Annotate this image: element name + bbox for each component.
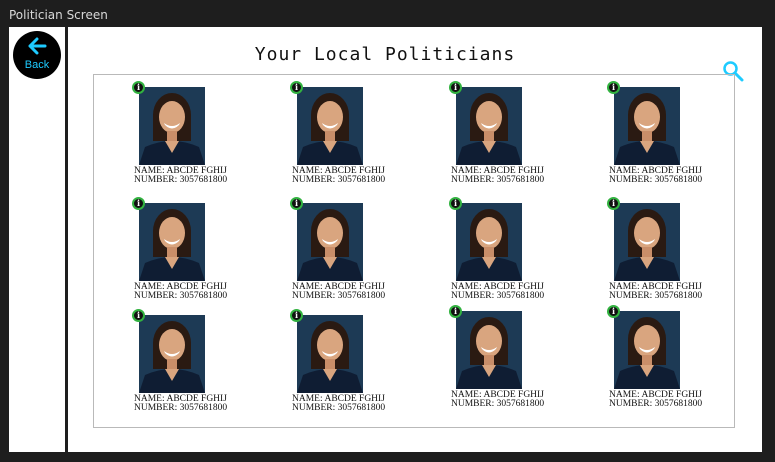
arrow-left-icon [28,37,47,55]
politician-number: NUMBER: 3057681800 [451,291,545,301]
politician-number: NUMBER: 3057681800 [292,403,386,413]
politician-info: NAME: ABCDE FGHIJ NUMBER: 3057681800 [451,390,545,409]
main-content: Your Local Politicians i NAME: ABCDE FGH… [68,27,762,452]
info-icon[interactable]: i [607,197,620,210]
politician-photo[interactable] [297,87,363,165]
politician-info: NAME: ABCDE FGHIJ NUMBER: 3057681800 [134,282,228,301]
politician-photo[interactable] [456,311,522,389]
politician-info: NAME: ABCDE FGHIJ NUMBER: 3057681800 [292,394,386,413]
politician-number: NUMBER: 3057681800 [134,403,228,413]
politician-info: NAME: ABCDE FGHIJ NUMBER: 3057681800 [609,166,703,185]
politician-info: NAME: ABCDE FGHIJ NUMBER: 3057681800 [134,394,228,413]
info-icon[interactable]: i [290,309,303,322]
politician-number: NUMBER: 3057681800 [451,399,545,409]
politician-info: NAME: ABCDE FGHIJ NUMBER: 3057681800 [609,282,703,301]
info-icon[interactable]: i [449,197,462,210]
politician-number: NUMBER: 3057681800 [451,175,545,185]
back-label: Back [24,59,50,71]
info-icon[interactable]: i [290,197,303,210]
info-icon[interactable]: i [132,197,145,210]
politician-number: NUMBER: 3057681800 [609,291,703,301]
sidebar: Back [9,27,65,452]
politician-photo[interactable] [139,203,205,281]
politician-info: NAME: ABCDE FGHIJ NUMBER: 3057681800 [292,282,386,301]
window-title: Politician Screen [9,8,108,22]
politician-photo[interactable] [456,203,522,281]
politician-photo[interactable] [614,87,680,165]
page-title: Your Local Politicians [254,44,516,65]
politician-number: NUMBER: 3057681800 [134,175,228,185]
politician-info: NAME: ABCDE FGHIJ NUMBER: 3057681800 [451,282,545,301]
politician-photo[interactable] [297,203,363,281]
politician-number: NUMBER: 3057681800 [609,399,703,409]
info-icon[interactable]: i [449,305,462,318]
politician-photo[interactable] [139,87,205,165]
politician-info: NAME: ABCDE FGHIJ NUMBER: 3057681800 [451,166,545,185]
info-icon[interactable]: i [607,305,620,318]
politician-photo[interactable] [139,315,205,393]
politician-number: NUMBER: 3057681800 [134,291,228,301]
politician-info: NAME: ABCDE FGHIJ NUMBER: 3057681800 [292,166,386,185]
politician-photo[interactable] [297,315,363,393]
politician-photo[interactable] [614,203,680,281]
info-icon[interactable]: i [290,81,303,94]
politician-number: NUMBER: 3057681800 [292,175,386,185]
politician-grid: i NAME: ABCDE FGHIJ NUMBER: 3057681800 i [93,74,735,428]
back-button[interactable]: Back [13,31,61,79]
politician-photo[interactable] [456,87,522,165]
info-icon[interactable]: i [132,309,145,322]
politician-number: NUMBER: 3057681800 [292,291,386,301]
politician-photo[interactable] [614,311,680,389]
info-icon[interactable]: i [132,81,145,94]
politician-info: NAME: ABCDE FGHIJ NUMBER: 3057681800 [609,390,703,409]
politician-info: NAME: ABCDE FGHIJ NUMBER: 3057681800 [134,166,228,185]
info-icon[interactable]: i [449,81,462,94]
info-icon[interactable]: i [607,81,620,94]
politician-number: NUMBER: 3057681800 [609,175,703,185]
